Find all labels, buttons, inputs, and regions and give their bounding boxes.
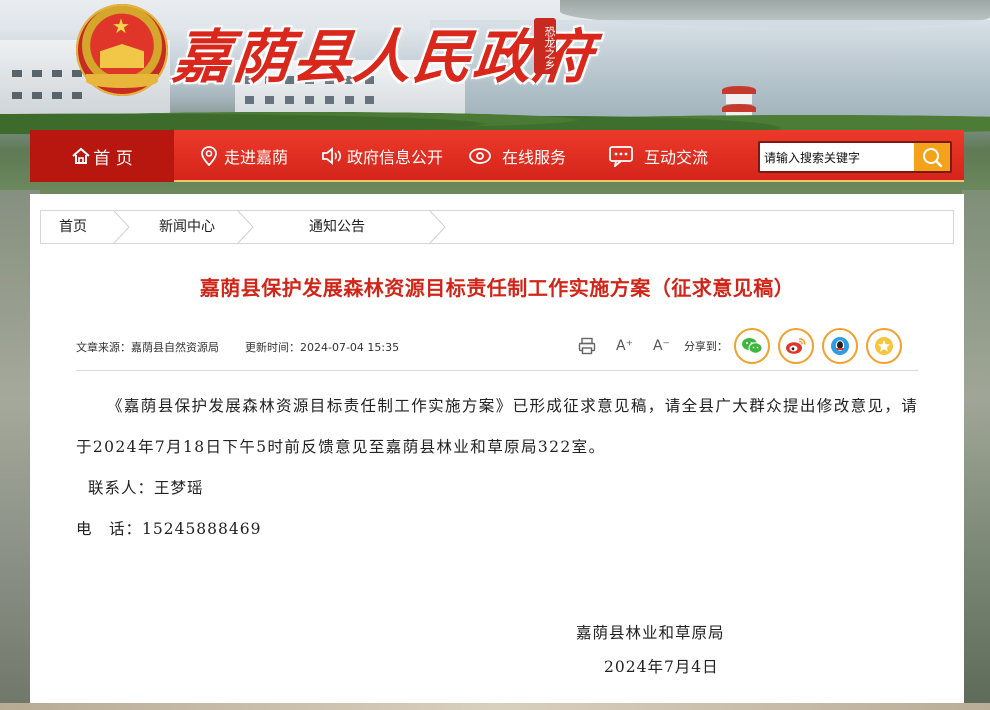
nav-item-online-service-label: 在线服务 <box>502 148 567 167</box>
page-bottom-strip <box>0 703 990 710</box>
article-body: 《嘉荫县保护发展森林资源目标责任制工作实施方案》已形成征求意见稿，请全县广大群众… <box>76 386 926 550</box>
nav-item-interaction[interactable]: 互动交流 <box>608 130 708 182</box>
breadcrumb-separator-icon <box>113 211 130 243</box>
seal-stamp: 恐龙之乡 <box>534 18 556 74</box>
nav-item-gov-info-label: 政府信息公开 <box>347 148 444 167</box>
weibo-icon <box>785 337 807 355</box>
article-meta: 文章来源：嘉荫县自然资源局 更新时间：2024-07-04 15:35 <box>76 339 425 355</box>
contact-person: 联系人：王梦瑶 <box>88 479 204 497</box>
update-time-value: 2024-07-04 15:35 <box>300 341 400 354</box>
speaker-icon <box>320 146 344 166</box>
article-paragraph: 《嘉荫县保护发展森林资源目标责任制工作实施方案》已形成征求意见稿，请全县广大群众… <box>76 397 919 456</box>
share-weibo-button[interactable] <box>777 328 814 364</box>
location-pin-icon <box>200 146 218 166</box>
chat-icon <box>608 145 634 167</box>
nav-item-interaction-label: 互动交流 <box>644 148 709 167</box>
favorite-icon <box>874 336 894 356</box>
nav-item-about-label: 走进嘉荫 <box>224 148 289 167</box>
signature-org: 嘉荫县林业和草原局 <box>576 624 725 642</box>
wechat-icon <box>741 337 763 355</box>
signature-date: 2024年7月4日 <box>604 658 719 676</box>
share-wechat-button[interactable] <box>733 328 770 364</box>
breadcrumb-separator-icon <box>429 211 446 243</box>
article-signature: 嘉荫县林业和草原局 2024年7月4日 <box>576 616 725 684</box>
share-qq-button[interactable] <box>821 328 858 364</box>
search-input[interactable] <box>764 147 914 169</box>
search-icon <box>921 146 943 168</box>
main-nav: 首 页 走进嘉荫 政府信息公开 在线服务 互动交流 <box>30 130 964 182</box>
article-tools: A⁺ A⁻ 分享到： <box>578 328 902 364</box>
eye-icon <box>468 146 492 166</box>
update-time-label: 更新时间： <box>245 341 300 354</box>
font-decrease-button[interactable]: A⁻ <box>653 338 670 354</box>
breadcrumb: 首页 新闻中心 通知公告 <box>40 210 954 244</box>
breadcrumb-separator-icon <box>237 211 254 243</box>
meta-divider <box>76 370 918 371</box>
nav-home-label: 首 页 <box>93 148 133 169</box>
nav-item-gov-info[interactable]: 政府信息公开 <box>320 130 443 182</box>
search-button[interactable] <box>914 143 950 171</box>
article-card: 首页 新闻中心 通知公告 嘉荫县保护发展森林资源目标责任制工作实施方案（征求意见… <box>30 194 964 710</box>
side-scenery-right <box>962 190 990 710</box>
qq-icon <box>830 336 850 356</box>
print-icon[interactable] <box>578 337 596 355</box>
share-label: 分享到： <box>683 340 728 353</box>
article-source: 文章来源：嘉荫县自然资源局 <box>76 341 219 354</box>
national-emblem-icon: ★ <box>76 4 168 96</box>
nav-home[interactable]: 首 页 <box>30 130 174 182</box>
contact-phone: 电 话：15245888469 <box>76 520 262 538</box>
nav-item-about[interactable]: 走进嘉荫 <box>200 130 288 182</box>
home-icon <box>71 146 91 166</box>
article-title: 嘉荫县保护发展森林资源目标责任制工作实施方案（征求意见稿） <box>199 278 795 300</box>
font-increase-button[interactable]: A⁺ <box>616 338 633 354</box>
breadcrumb-news-center[interactable]: 新闻中心 <box>159 211 215 243</box>
breadcrumb-home[interactable]: 首页 <box>59 211 87 243</box>
nav-item-online-service[interactable]: 在线服务 <box>468 130 566 182</box>
search-box <box>758 141 952 173</box>
breadcrumb-notices[interactable]: 通知公告 <box>309 211 365 243</box>
share-favorite-button[interactable] <box>865 328 902 364</box>
